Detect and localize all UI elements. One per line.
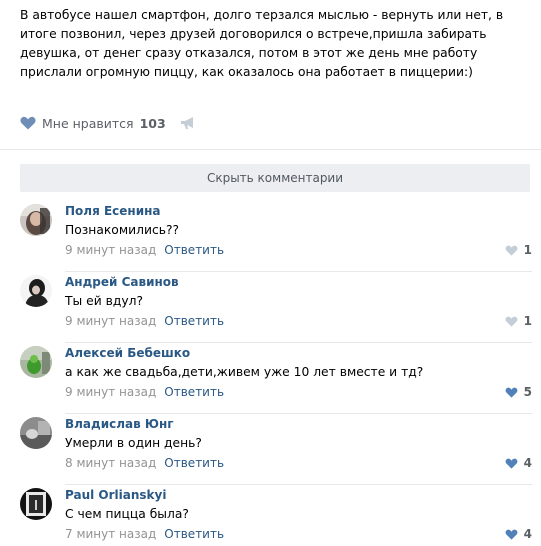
comment: Владислав Юнг Умерли в один день? 8 мину…: [20, 417, 532, 485]
like-label: Мне нравится: [42, 115, 134, 131]
comment-author[interactable]: Поля Есенина: [65, 204, 161, 218]
comment-meta: 8 минут назад Ответить: [65, 456, 224, 470]
comment-time[interactable]: 9 минут назад: [65, 385, 156, 399]
heart-icon: [505, 458, 518, 469]
comment-author[interactable]: Андрей Савинов: [65, 275, 179, 289]
comment-like-count: 5: [523, 385, 532, 399]
comment-text: а как же свадьба,дети,живем уже 10 лет в…: [65, 365, 424, 379]
avatar[interactable]: [20, 417, 52, 449]
comment: Андрей Савинов Ты ей вдул? 9 минут назад…: [20, 275, 532, 343]
heart-icon: [505, 316, 518, 327]
comment-like[interactable]: 5: [505, 386, 532, 398]
hide-comments-button[interactable]: Скрыть комментарии: [20, 164, 530, 192]
comment-author[interactable]: Владислав Юнг: [65, 417, 174, 431]
comment-author[interactable]: Алексей Бебешко: [65, 346, 190, 360]
comment-time[interactable]: 7 минут назад: [65, 527, 156, 541]
comment-meta: 9 минут назад Ответить: [65, 314, 224, 328]
comment: Поля Есенина Познакомились?? 9 минут наз…: [20, 204, 532, 272]
comment-text: Умерли в один день?: [65, 436, 202, 450]
comment-like-count: 1: [523, 243, 532, 257]
avatar[interactable]: [20, 204, 52, 236]
comment-meta: 7 минут назад Ответить: [65, 527, 224, 541]
reply-link[interactable]: Ответить: [164, 243, 224, 257]
reply-link[interactable]: Ответить: [164, 314, 224, 328]
heart-icon: [505, 387, 518, 398]
comment-author[interactable]: Paul Orlianskyi: [65, 488, 166, 502]
like-count: 103: [139, 115, 166, 131]
like-button[interactable]: Мне нравится 103: [20, 116, 166, 131]
heart-icon: [505, 245, 518, 256]
reply-link[interactable]: Ответить: [164, 456, 224, 470]
comment-meta: 9 минут назад Ответить: [65, 243, 224, 257]
comment-like[interactable]: 4: [505, 457, 532, 469]
divider: [0, 149, 541, 150]
comment-time[interactable]: 9 минут назад: [65, 314, 156, 328]
comment-like-count: 1: [523, 314, 532, 328]
comment-text: С чем пицца была?: [65, 507, 189, 521]
comment-meta: 9 минут назад Ответить: [65, 385, 224, 399]
avatar[interactable]: [20, 346, 52, 378]
avatar[interactable]: [20, 275, 52, 307]
comment-like[interactable]: 1: [505, 315, 532, 327]
comment-text: Ты ей вдул?: [65, 294, 144, 308]
comment-like[interactable]: 4: [505, 528, 532, 540]
comment-text: Познакомились??: [65, 223, 180, 237]
comment-like[interactable]: 1: [505, 244, 532, 256]
avatar[interactable]: [20, 488, 52, 520]
comment-separator: [65, 342, 532, 343]
heart-icon: [20, 116, 36, 130]
reply-link[interactable]: Ответить: [164, 527, 224, 541]
comment-like-count: 4: [523, 456, 532, 470]
comment-time[interactable]: 8 минут назад: [65, 456, 156, 470]
megaphone-icon[interactable]: [180, 116, 196, 130]
comment-separator: [65, 413, 532, 414]
comment-separator: [65, 484, 532, 485]
heart-icon: [505, 529, 518, 540]
comment-time[interactable]: 9 минут назад: [65, 243, 156, 257]
comment-like-count: 4: [523, 527, 532, 541]
post-text: В автобусе нашел смартфон, долго терзалс…: [20, 8, 504, 79]
comment: Paul Orlianskyi С чем пицца была? 7 мину…: [20, 488, 532, 546]
post-actions: Мне нравится 103: [20, 114, 196, 132]
reply-link[interactable]: Ответить: [164, 385, 224, 399]
comment: Алексей Бебешко а как же свадьба,дети,жи…: [20, 346, 532, 414]
comment-separator: [65, 271, 532, 272]
